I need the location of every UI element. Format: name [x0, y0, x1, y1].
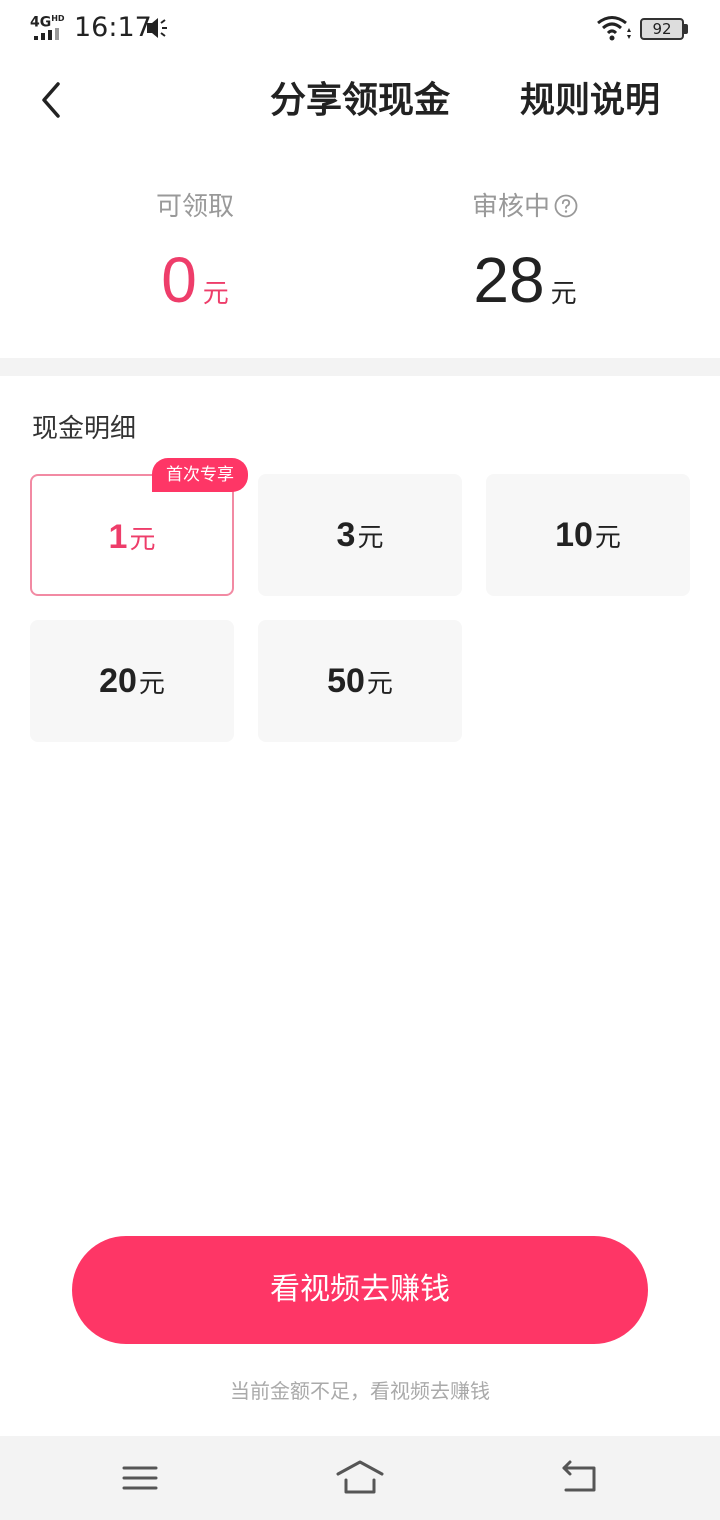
- available-unit: 元: [202, 279, 229, 309]
- cash-unit: 元: [129, 525, 156, 555]
- cash-unit: 元: [594, 523, 621, 553]
- battery-icon: 92: [640, 18, 688, 40]
- cash-option-3[interactable]: 3元: [258, 474, 462, 596]
- cash-unit: 元: [138, 669, 165, 699]
- available-balance: 可领取 0元: [45, 170, 345, 358]
- cash-amount: 20: [99, 662, 137, 700]
- reviewing-label: 审核中: [471, 192, 550, 222]
- system-nav-bar: [0, 1436, 720, 1520]
- first-time-badge: 首次专享: [152, 458, 248, 492]
- menu-icon[interactable]: [116, 1456, 164, 1500]
- question-mark-icon[interactable]: [554, 194, 578, 218]
- balance-summary: 可领取 0元 审核中 28 元: [0, 170, 720, 358]
- insufficient-hint: 当前金额不足，看视频去赚钱: [230, 1379, 490, 1403]
- cash-option-1[interactable]: 首次专享 1元: [30, 458, 248, 596]
- cash-unit: 元: [366, 669, 393, 699]
- section-divider: [0, 358, 720, 376]
- cash-option-20[interactable]: 20元: [30, 620, 234, 742]
- available-label: 可领取: [155, 192, 234, 222]
- cash-amount: 3: [336, 516, 356, 554]
- cash-amount: 50: [327, 662, 365, 700]
- cellular-signal-icon: 4GHD: [30, 12, 66, 42]
- reviewing-amount: 28: [473, 244, 545, 316]
- status-time: 16:17: [74, 12, 152, 43]
- cash-detail-title: 现金明细: [32, 414, 137, 444]
- cash-option-50[interactable]: 50元: [258, 620, 462, 742]
- page-title: 分享领现金: [269, 80, 450, 121]
- network-hd: HD: [51, 14, 65, 23]
- cash-amount: 10: [555, 516, 593, 554]
- battery-level: 92: [640, 18, 684, 40]
- speaker-icon: [147, 18, 167, 38]
- reviewing-unit: 元: [550, 279, 577, 309]
- status-bar: 4GHD 16:17 92: [0, 0, 720, 56]
- watch-video-button[interactable]: 看视频去赚钱: [72, 1236, 648, 1344]
- rules-button[interactable]: 规则说明: [505, 76, 675, 126]
- back-icon[interactable]: [556, 1456, 604, 1500]
- available-amount: 0: [161, 244, 197, 316]
- header: 分享领现金 规则说明: [0, 56, 720, 152]
- wifi-icon: [597, 16, 631, 41]
- home-icon[interactable]: [336, 1456, 384, 1500]
- cash-amount: 1: [108, 518, 128, 556]
- cash-unit: 元: [357, 523, 384, 553]
- cash-option-10[interactable]: 10元: [486, 474, 690, 596]
- reviewing-balance: 审核中 28 元: [375, 170, 675, 358]
- back-arrow-icon[interactable]: [30, 78, 74, 122]
